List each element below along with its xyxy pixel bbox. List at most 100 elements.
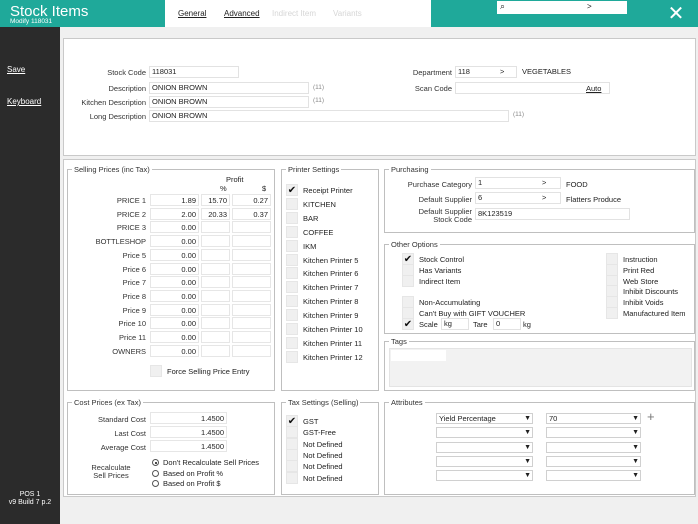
profit-dollar-field[interactable] [232,262,271,275]
printer-checkbox[interactable] [286,281,298,294]
printer-checkbox[interactable] [286,350,298,363]
kitchen-description-field[interactable]: ONION BROWN [149,96,309,108]
profit-dollar-field[interactable] [232,289,271,302]
attribute-value-dropdown[interactable]: ▼ [546,470,641,482]
printer-checkbox[interactable]: ✔ [286,184,298,196]
tab-general[interactable]: General [178,9,206,18]
search-input[interactable]: ⌕ > [497,1,627,14]
printer-checkbox[interactable] [286,197,298,210]
tag-input[interactable] [391,350,446,361]
price-field[interactable]: 0.00 [150,248,199,261]
profit-dollar-field[interactable]: 0.27 [232,194,271,206]
profit-dollar-field[interactable] [232,276,271,289]
profit-percent-field[interactable] [201,235,230,248]
option-checkbox[interactable] [402,275,414,287]
profit-percent-field[interactable] [201,289,230,302]
printer-checkbox[interactable] [286,267,298,280]
tax-checkbox[interactable] [286,460,298,473]
tax-checkbox[interactable] [286,437,298,450]
attribute-name-dropdown[interactable]: ▼ [436,441,533,453]
price-field[interactable]: 2.00 [150,207,199,220]
recalculate-radio[interactable] [152,459,159,466]
search-go-button[interactable]: > [587,2,592,11]
attribute-value-dropdown[interactable]: ▼ [546,455,641,467]
last-cost-field[interactable]: 1.4500 [150,426,227,438]
profit-percent-field[interactable] [201,331,230,343]
profit-percent-field[interactable] [201,276,230,289]
force-selling-price-checkbox[interactable] [150,365,162,377]
description-field[interactable]: ONION BROWN [149,82,309,94]
printer-checkbox[interactable] [286,309,298,322]
printer-checkbox[interactable] [286,323,298,335]
attribute-value-dropdown[interactable]: 70 ▼ [546,413,641,424]
price-field[interactable]: 0.00 [150,276,199,289]
department-field[interactable]: 118 [455,66,517,78]
scale-checkbox[interactable]: ✔ [402,318,414,330]
printer-checkbox[interactable] [286,253,298,266]
department-lookup-button[interactable]: > [500,67,504,76]
tax-checkbox[interactable]: ✔ [286,415,298,427]
attribute-name-dropdown[interactable]: ▼ [436,427,533,439]
close-icon[interactable]: ✕ [665,3,687,25]
tax-checkbox[interactable] [286,471,298,484]
tax-checkbox[interactable] [286,426,298,439]
price-field[interactable]: 0.00 [150,331,199,343]
profit-percent-field[interactable] [201,317,230,330]
tab-advanced[interactable]: Advanced [224,9,260,18]
purchase-category-lookup-button[interactable]: > [542,178,546,187]
profit-percent-field[interactable]: 20.33 [201,207,230,220]
attribute-value-dropdown[interactable]: ▼ [546,427,641,439]
profit-percent-field[interactable] [201,221,230,234]
purchase-category-field[interactable]: 1 [475,177,561,189]
standard-cost-field[interactable]: 1.4500 [150,412,227,424]
tab-indirect-item[interactable]: Indirect Item [272,9,316,18]
scale-unit-field[interactable]: kg [441,318,469,330]
recalculate-radio[interactable] [152,480,159,487]
profit-dollar-field[interactable] [232,344,271,357]
price-field[interactable]: 0.00 [150,317,199,330]
profit-percent-field[interactable] [201,262,230,275]
default-supplier-field[interactable]: 6 [475,192,561,204]
profit-percent-field[interactable] [201,344,230,357]
profit-percent-field[interactable]: 15.70 [201,194,230,206]
price-field[interactable]: 0.00 [150,303,199,316]
printer-checkbox[interactable] [286,336,298,349]
price-field[interactable]: 0.00 [150,262,199,275]
scan-auto-button[interactable]: Auto [586,84,601,93]
price-field[interactable]: 1.89 [150,194,199,206]
attribute-name-dropdown[interactable]: ▼ [436,455,533,467]
price-field[interactable]: 0.00 [150,289,199,302]
printer-checkbox[interactable] [286,225,298,238]
tare-field[interactable]: 0 [493,318,521,330]
profit-dollar-field[interactable] [232,248,271,261]
supplier-stock-code-field[interactable]: 8K123519 [475,208,630,220]
long-description-field[interactable]: ONION BROWN [149,110,509,122]
attribute-name-dropdown[interactable]: Yield Percentage ▼ [436,413,533,424]
profit-dollar-field[interactable] [232,303,271,316]
keyboard-button[interactable]: Keyboard [7,97,41,106]
option-checkbox[interactable] [606,307,618,319]
stock-code-field[interactable]: 118031 [149,66,239,78]
profit-dollar-field[interactable] [232,331,271,343]
tags-area[interactable] [389,348,692,387]
attribute-value-dropdown[interactable]: ▼ [546,441,641,453]
profit-dollar-field[interactable] [232,221,271,234]
printer-checkbox[interactable] [286,295,298,308]
tab-variants[interactable]: Variants [333,9,362,18]
profit-dollar-field[interactable] [232,317,271,330]
average-cost-field[interactable]: 1.4500 [150,440,227,452]
printer-checkbox[interactable] [286,211,298,224]
price-field[interactable]: 0.00 [150,221,199,234]
add-attribute-button[interactable]: + [647,410,655,424]
attribute-name-dropdown[interactable]: ▼ [436,470,533,482]
profit-percent-field[interactable] [201,303,230,316]
recalculate-radio[interactable] [152,469,159,477]
tax-checkbox[interactable] [286,448,298,461]
price-field[interactable]: 0.00 [150,344,199,357]
profit-percent-field[interactable] [201,248,230,261]
price-field[interactable]: 0.00 [150,235,199,248]
default-supplier-lookup-button[interactable]: > [542,193,546,202]
profit-dollar-field[interactable]: 0.37 [232,207,271,220]
profit-dollar-field[interactable] [232,235,271,248]
save-button[interactable]: Save [7,65,25,74]
